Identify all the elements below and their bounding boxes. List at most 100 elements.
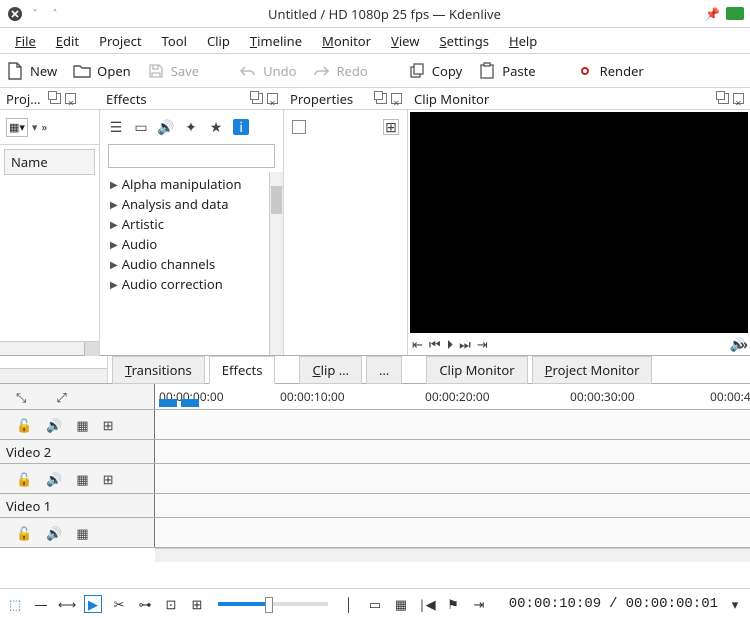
flag-icon[interactable]: ⚑	[444, 595, 462, 613]
menu-timeline[interactable]: Timeline	[241, 30, 311, 52]
column-name[interactable]: Name	[4, 149, 95, 175]
tab-effects[interactable]: Effects	[209, 356, 276, 384]
tool-spacer-icon[interactable]: ⟷	[58, 595, 76, 613]
gpu-icon[interactable]: ✦	[183, 119, 199, 135]
tab-project-monitor[interactable]: Project Monitor	[532, 356, 653, 384]
menu-help[interactable]: Help	[500, 30, 546, 52]
new-button[interactable]: New	[6, 62, 57, 80]
zone-marker[interactable]	[159, 399, 177, 407]
window-max-icon[interactable]: ˄	[46, 5, 64, 23]
track-area[interactable]	[155, 518, 750, 547]
lock-icon[interactable]: 🔓	[16, 470, 32, 488]
paste-button[interactable]: Paste	[478, 62, 535, 80]
expand-icon[interactable]: ▾	[32, 120, 38, 135]
tick-icon[interactable]: │	[340, 595, 358, 613]
track-label[interactable]: Video 2	[0, 440, 155, 463]
timecode-position[interactable]: 00:00:10:09	[509, 596, 601, 612]
list-icon[interactable]: ☰	[108, 119, 124, 135]
track-area[interactable]	[155, 494, 750, 517]
favorite-icon[interactable]: ★	[208, 119, 224, 135]
zone-marker[interactable]	[181, 399, 199, 407]
menu-tool[interactable]: Tool	[153, 30, 196, 52]
tree-item[interactable]: ▶Audio	[100, 234, 269, 254]
marker-icon[interactable]: |◀	[418, 595, 436, 613]
tree-item[interactable]: ▶Audio channels	[100, 254, 269, 274]
grid-icon[interactable]: ⊞	[188, 595, 206, 613]
film-icon[interactable]: ▦	[76, 524, 88, 542]
menu-project[interactable]: Project	[90, 30, 150, 52]
menu-edit[interactable]: Edit	[47, 30, 88, 52]
forward-icon[interactable]: ⏭	[459, 335, 471, 353]
monitor-viewport[interactable]	[410, 112, 748, 333]
effects-tree[interactable]: ▶Alpha manipulation ▶Analysis and data ▶…	[100, 172, 269, 355]
menu-file[interactable]: File	[6, 30, 45, 52]
tab-clip-monitor[interactable]: Clip Monitor	[426, 356, 527, 384]
more-icon[interactable]: »	[41, 120, 47, 135]
track-area[interactable]	[155, 440, 750, 463]
audio-icon[interactable]: 🔊	[158, 119, 174, 135]
play-icon[interactable]: ▶	[84, 595, 102, 613]
detach-icon[interactable]	[50, 93, 61, 104]
menu-view[interactable]: View	[382, 30, 428, 52]
detach-icon[interactable]	[376, 93, 387, 104]
link-icon[interactable]: ⊶	[136, 595, 154, 613]
zone-in-icon[interactable]: ⇥	[470, 595, 488, 613]
play-icon[interactable]: ⏵	[447, 335, 454, 353]
detach-icon[interactable]	[252, 93, 263, 104]
tool-select-icon[interactable]: ⬚	[6, 595, 24, 613]
mute-icon[interactable]: 🔊	[46, 470, 62, 488]
snap-icon[interactable]: ⊡	[162, 595, 180, 613]
expand-icon[interactable]: ⤡	[16, 388, 26, 406]
track-label[interactable]: Video 1	[0, 494, 155, 517]
tree-item[interactable]: ▶Analysis and data	[100, 194, 269, 214]
copy-button[interactable]: Copy	[408, 62, 462, 80]
open-button[interactable]: Open	[73, 62, 131, 80]
video-icon[interactable]: ▭	[133, 119, 149, 135]
search-input[interactable]	[108, 144, 275, 168]
more-icon[interactable]: »	[740, 335, 748, 353]
redo-button[interactable]: Redo	[312, 62, 367, 80]
close-icon[interactable]	[733, 93, 744, 104]
zone-icon[interactable]: ⇤	[412, 335, 423, 353]
stretch-icon[interactable]: ⤢	[56, 388, 66, 406]
tree-item[interactable]: ▶Artistic	[100, 214, 269, 234]
zone-end-icon[interactable]: ⇥	[477, 335, 488, 353]
window-min-icon[interactable]: ˅	[26, 5, 44, 23]
mute-icon[interactable]: 🔊	[46, 416, 62, 434]
lock-icon[interactable]: 🔓	[16, 524, 32, 542]
tree-item[interactable]: ▶Audio correction	[100, 274, 269, 294]
tab-transitions[interactable]: Transitions	[112, 356, 205, 384]
view-mode-dropdown[interactable]: ▦▾	[6, 118, 28, 137]
close-icon[interactable]	[391, 93, 402, 104]
fit-icon[interactable]: ▭	[366, 595, 384, 613]
track-area[interactable]	[155, 410, 750, 439]
pin-icon[interactable]: 📌	[705, 5, 720, 22]
tree-item[interactable]: ▶Alpha manipulation	[100, 174, 269, 194]
rewind-icon[interactable]: ⏮	[429, 335, 441, 353]
close-icon[interactable]	[267, 93, 278, 104]
window-close-icon[interactable]	[6, 5, 24, 23]
save-button[interactable]: Save	[147, 62, 199, 80]
thumb-icon[interactable]: ▦	[392, 595, 410, 613]
tab-more[interactable]: …	[366, 356, 402, 384]
scrollbar-v[interactable]	[269, 172, 283, 355]
lock-icon[interactable]: 🔓	[16, 416, 32, 434]
chevron-down-icon[interactable]: ▾	[726, 595, 744, 613]
menu-settings[interactable]: Settings	[430, 30, 497, 52]
timecode-duration[interactable]: 00:00:00:01	[626, 596, 718, 612]
scrollbar-h[interactable]	[155, 548, 750, 562]
scrollbar-h[interactable]	[0, 341, 99, 355]
timeline-ruler[interactable]: 00:00:00:00 00:00:10:00 00:00:20:00 00:0…	[155, 384, 750, 409]
track-area[interactable]	[155, 464, 750, 493]
close-icon[interactable]	[65, 93, 76, 104]
undo-button[interactable]: Undo	[239, 62, 296, 80]
composite-icon[interactable]: ⊞	[103, 470, 114, 488]
menu-clip[interactable]: Clip	[198, 30, 239, 52]
detach-icon[interactable]	[718, 93, 729, 104]
tab-clip[interactable]: Clip …	[299, 356, 362, 384]
mute-icon[interactable]: 🔊	[46, 524, 62, 542]
settings-icon[interactable]: ⊞	[383, 119, 399, 135]
cut-icon[interactable]: ✂	[110, 595, 128, 613]
menu-monitor[interactable]: Monitor	[313, 30, 380, 52]
info-icon[interactable]: ℹ	[233, 119, 249, 135]
